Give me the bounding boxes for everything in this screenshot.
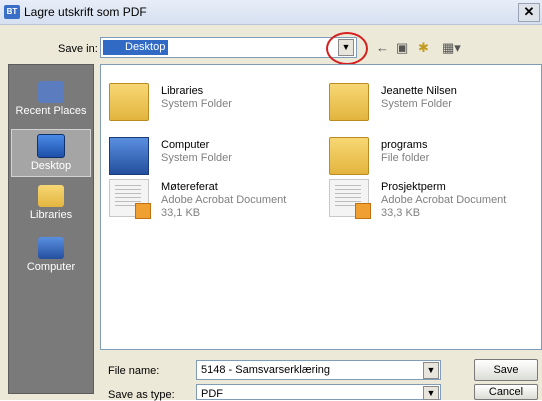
file-name: Computer [161, 139, 210, 151]
file-type: File folder [381, 152, 430, 164]
recent-places-icon [38, 81, 64, 103]
file-name: Jeanette Nilsen [381, 85, 457, 97]
pdf-document-icon [329, 179, 371, 219]
place-computer[interactable]: Computer [11, 233, 91, 281]
pdf-document-icon [109, 179, 151, 219]
file-item-prosjektperm[interactable]: Prosjektperm Adobe Acrobat Document 33,3… [323, 177, 533, 227]
place-label: Recent Places [15, 105, 87, 117]
chevron-down-icon[interactable]: ▼ [423, 386, 439, 400]
file-type: System Folder [161, 152, 232, 164]
place-desktop[interactable]: Desktop [11, 129, 91, 177]
close-button[interactable]: ✕ [518, 3, 540, 22]
chevron-down-icon[interactable]: ▼ [423, 362, 439, 379]
file-name-value: 5148 - Samsvarserklæring [201, 364, 330, 376]
file-name: Prosjektperm [381, 181, 446, 193]
computer-icon [109, 137, 149, 175]
file-name: programs [381, 139, 428, 151]
file-size: 33,3 KB [381, 207, 421, 219]
libraries-icon [38, 185, 64, 207]
file-type: System Folder [381, 98, 452, 110]
view-menu-icon[interactable]: ▦▾ [442, 40, 461, 56]
place-label: Libraries [29, 209, 73, 221]
file-size: 33,1 KB [161, 207, 201, 219]
save-dialog: BT Lagre utskrift som PDF ✕ Save in: Des… [0, 0, 542, 401]
place-label: Desktop [30, 160, 72, 172]
back-arrow-icon[interactable]: ← [376, 40, 389, 56]
save-button[interactable]: Save [474, 359, 538, 381]
save-in-value: Desktop [103, 40, 169, 55]
file-item-jeanette-nilsen[interactable]: Jeanette Nilsen System Folder [323, 81, 533, 123]
file-item-computer[interactable]: Computer System Folder [103, 135, 313, 177]
folder-icon [329, 137, 369, 175]
file-type: Adobe Acrobat Document [161, 194, 287, 206]
file-item-moetereferat[interactable]: Møtereferat Adobe Acrobat Document 33,1 … [103, 177, 313, 227]
up-folder-icon[interactable]: ▣ [396, 40, 408, 56]
places-bar: Recent Places Desktop Libraries Computer [8, 64, 94, 394]
computer-icon [38, 237, 64, 259]
cancel-button[interactable]: Cancel [474, 384, 538, 400]
file-item-libraries[interactable]: Libraries System Folder [103, 81, 313, 123]
app-icon: BT [4, 5, 20, 19]
annotation-circle [326, 32, 368, 65]
file-name-label: File name: [108, 365, 160, 377]
save-as-type-value: PDF [201, 388, 223, 400]
file-item-programs[interactable]: programs File folder [323, 135, 533, 177]
new-folder-icon[interactable]: ✱ [418, 40, 429, 56]
save-in-dropdown[interactable]: Desktop ▼ [100, 37, 357, 58]
save-as-type-label: Save as type: [108, 389, 175, 401]
place-label: Computer [26, 261, 76, 273]
file-list: Libraries System Folder Jeanette Nilsen … [100, 64, 542, 350]
file-name: Libraries [161, 85, 204, 97]
save-as-type-dropdown[interactable]: PDF ▼ [196, 384, 441, 400]
user-folder-icon [329, 83, 369, 121]
file-type: System Folder [161, 98, 232, 110]
libraries-folder-icon [109, 83, 149, 121]
file-name-input[interactable]: 5148 - Samsvarserklæring ▼ [196, 360, 441, 380]
file-type: Adobe Acrobat Document [381, 194, 507, 206]
title-bar: BT Lagre utskrift som PDF ✕ [0, 0, 542, 25]
place-recent[interactable]: Recent Places [11, 77, 91, 125]
file-name: Møtereferat [161, 181, 218, 193]
desktop-icon [37, 134, 65, 158]
save-in-label: Save in: [58, 43, 98, 55]
window-title: Lagre utskrift som PDF [24, 5, 147, 19]
place-libraries[interactable]: Libraries [11, 181, 91, 229]
